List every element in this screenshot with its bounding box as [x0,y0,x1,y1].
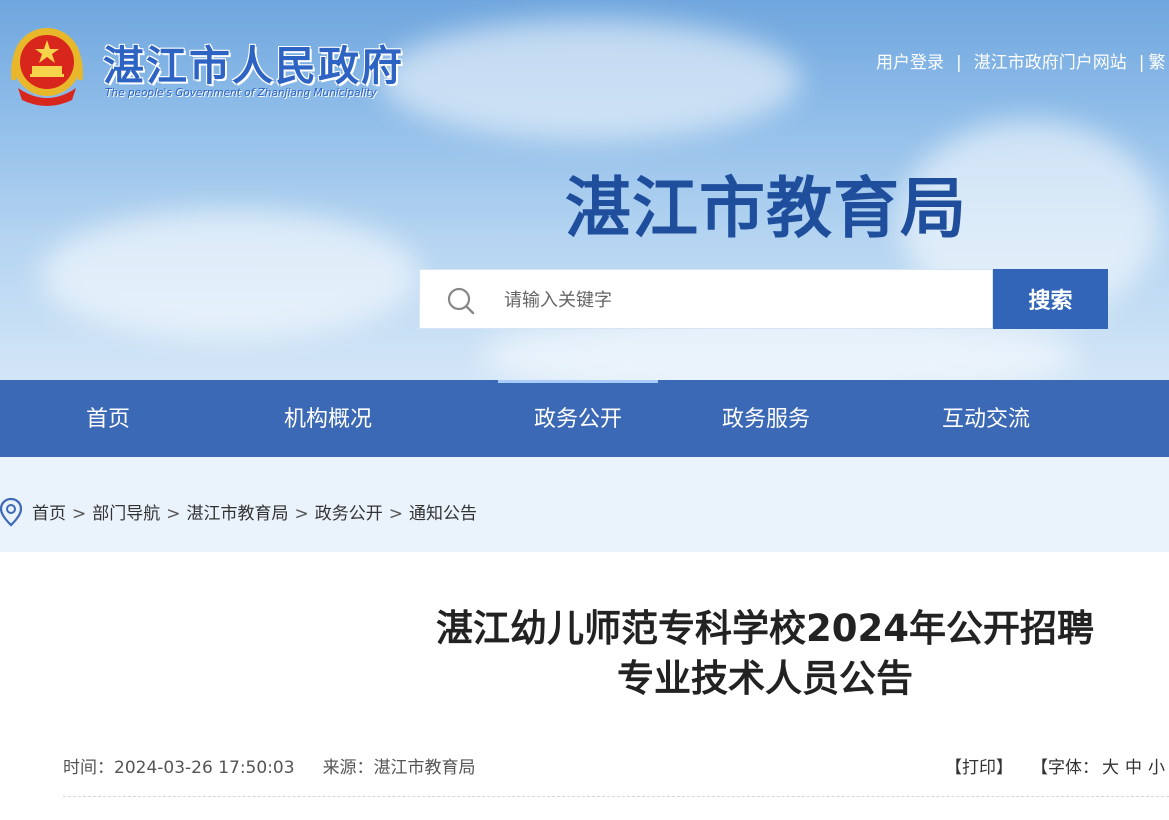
nav-item-gov-affairs[interactable]: 政务公开 [498,380,658,457]
breadcrumb-notices[interactable]: 通知公告 [409,504,477,524]
national-emblem-icon [11,28,83,106]
portal-link[interactable]: 湛江市政府门户网站 [974,48,1127,73]
time-label: 时间： [63,758,114,778]
cloud-decoration [380,20,800,140]
article-title-line2: 专业技术人员公告 [617,657,913,700]
bureau-title: 湛江市教育局 [565,170,967,247]
article-title-line1: 湛江幼儿师范专科学校2024年公开招聘 [436,607,1094,650]
search-input[interactable] [502,284,966,316]
nav-item-about[interactable]: 机构概况 [248,380,408,457]
divider [63,796,1169,797]
font-size-label: 【字体： [1031,758,1099,778]
traditional-chinese-link[interactable]: 繁 [1148,48,1165,73]
government-name: 湛江市人民政府 [103,42,404,90]
government-subtitle: The people's Government of Zhanjiang Mun… [105,87,377,99]
main-nav: 首页 机构概况 政务公开 政务服务 互动交流 [0,380,1169,457]
breadcrumb-separator: > [388,504,403,524]
search-button[interactable]: 搜索 [993,269,1108,329]
source-value: 湛江市教育局 [373,758,476,778]
nav-item-gov-services[interactable]: 政务服务 [686,380,846,457]
font-size-medium[interactable]: 中 [1125,758,1142,778]
breadcrumb: 首页 > 部门导航 > 湛江市教育局 > 政务公开 > 通知公告 [32,499,477,524]
breadcrumb-home[interactable]: 首页 [32,504,66,524]
breadcrumb-separator: > [294,504,309,524]
user-login-link[interactable]: 用户登录 [876,48,944,73]
breadcrumb-gov-affairs[interactable]: 政务公开 [315,504,383,524]
source-label: 来源： [322,758,374,778]
breadcrumb-dept-nav[interactable]: 部门导航 [92,504,160,524]
cloud-decoration [40,210,420,340]
top-links: 用户登录 | 湛江市政府门户网站 | 繁 [876,48,1165,73]
breadcrumb-bar: 首页 > 部门导航 > 湛江市教育局 > 政务公开 > 通知公告 [0,457,1169,552]
separator: | [956,53,962,73]
nav-item-interaction[interactable]: 互动交流 [906,380,1066,457]
font-size-small[interactable]: 小 [1148,758,1165,778]
separator: | [1138,53,1145,73]
font-size-large[interactable]: 大 [1102,758,1119,778]
breadcrumb-separator: > [166,504,181,524]
nav-item-home[interactable]: 首页 [28,380,188,457]
article-meta: 时间：2024-03-26 17:50:03 来源：湛江市教育局 [63,753,476,778]
breadcrumb-separator: > [72,504,87,524]
location-pin-icon [0,497,22,527]
print-button[interactable]: 【打印】 [945,758,1013,778]
search-box [419,269,993,329]
publish-time: 2024-03-26 17:50:03 [114,758,295,778]
article-tools: 【打印】 【字体：大中小 [945,753,1168,778]
breadcrumb-bureau[interactable]: 湛江市教育局 [187,504,289,524]
article-title: 湛江幼儿师范专科学校2024年公开招聘 专业技术人员公告 [380,604,1150,704]
search-icon [447,287,475,315]
